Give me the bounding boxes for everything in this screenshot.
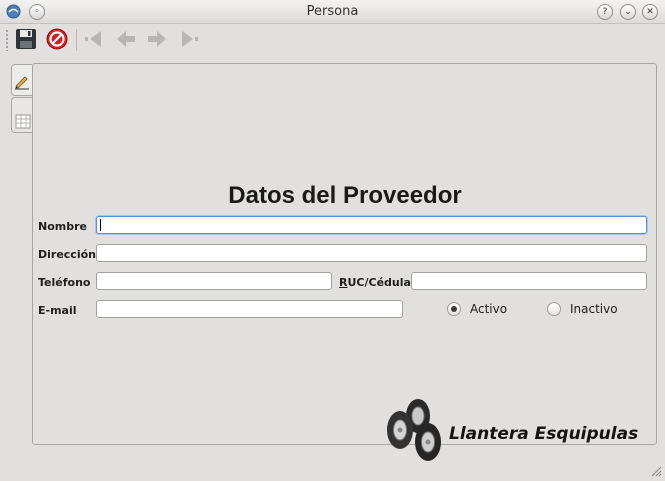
close-button[interactable]: ✕ — [642, 4, 658, 20]
inactivo-radio[interactable] — [547, 302, 561, 316]
activo-label[interactable]: Activo — [470, 302, 507, 316]
email-field[interactable] — [96, 300, 403, 318]
nombre-label: Nombre — [38, 220, 87, 233]
text-caret — [100, 219, 101, 231]
cancel-icon[interactable] — [44, 26, 70, 52]
telefono-label: Teléfono — [38, 276, 91, 289]
email-label: E-mail — [38, 304, 77, 317]
previous-record-icon[interactable] — [113, 26, 139, 52]
direccion-field[interactable] — [96, 244, 647, 262]
save-icon[interactable] — [13, 26, 39, 52]
nombre-field[interactable] — [96, 216, 647, 234]
telefono-field[interactable] — [96, 272, 332, 290]
direccion-label: Dirección — [38, 248, 96, 261]
minimize-button[interactable]: ⌄ — [620, 4, 636, 20]
help-button[interactable]: ? — [597, 4, 613, 20]
last-record-icon[interactable] — [175, 26, 201, 52]
pencil-icon — [15, 76, 29, 90]
activo-radio[interactable] — [447, 302, 461, 316]
first-record-icon[interactable] — [82, 26, 108, 52]
ruc-label: RUC/Cédula: — [339, 276, 416, 289]
title-bar: ◦ Persona ? ⌄ ✕ — [0, 0, 665, 24]
tires-logo-icon — [383, 398, 445, 466]
brand-name: Llantera Esquipulas — [449, 424, 639, 444]
tab-edit[interactable] — [11, 64, 32, 96]
table-icon — [15, 114, 31, 129]
toolbar-separator — [76, 29, 77, 51]
next-record-icon[interactable] — [144, 26, 170, 52]
resize-grip[interactable] — [650, 462, 662, 477]
form-heading: Datos del Proveedor — [228, 182, 462, 209]
window-title: Persona — [306, 4, 359, 19]
toolbar-grip[interactable] — [5, 29, 9, 51]
tab-table[interactable] — [11, 97, 32, 133]
ruc-field[interactable] — [411, 272, 647, 290]
inactivo-label[interactable]: Inactivo — [570, 302, 618, 316]
